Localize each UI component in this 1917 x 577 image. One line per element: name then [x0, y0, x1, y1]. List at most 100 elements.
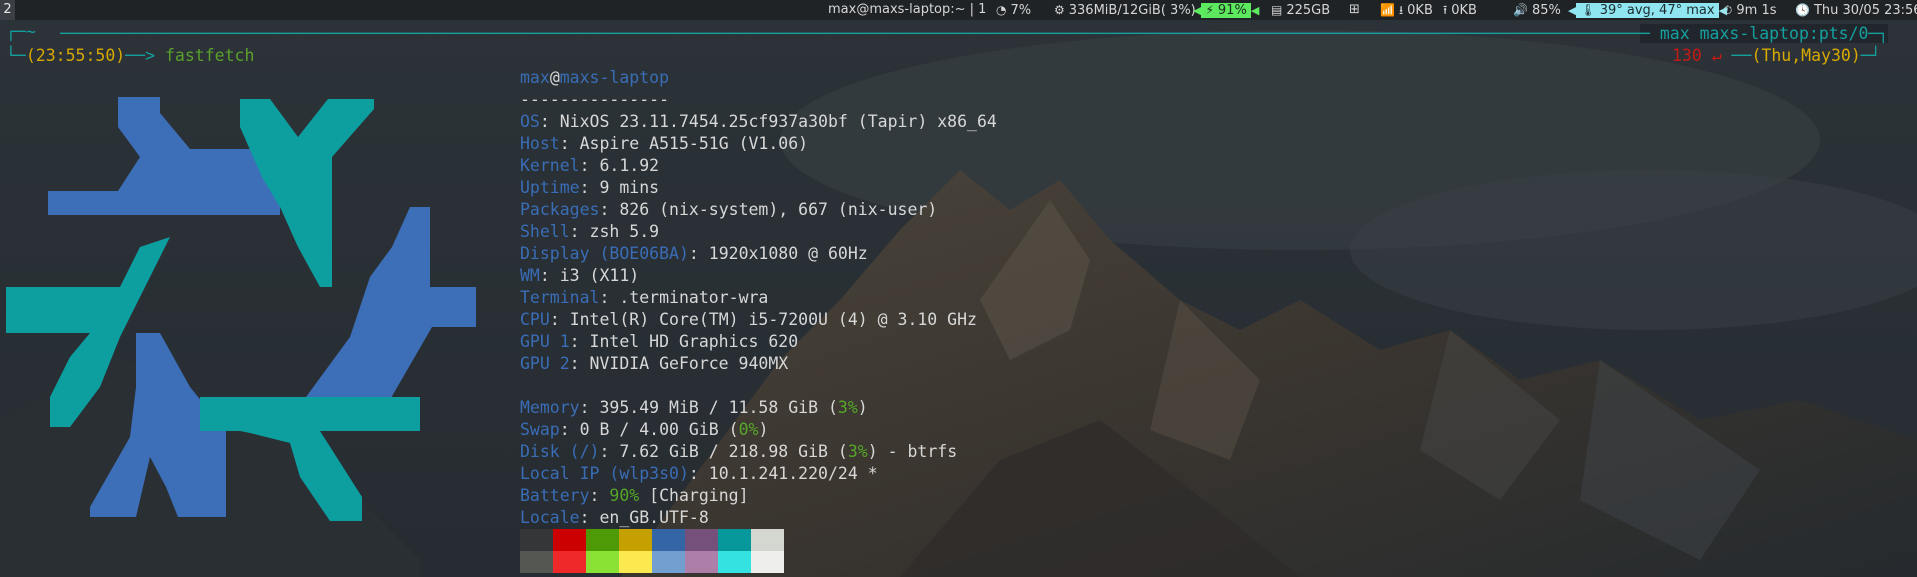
prompt-top-left: ┌─~	[6, 22, 36, 41]
volume-module[interactable]: 🔊 85%	[1513, 0, 1561, 20]
palette-swatch	[586, 529, 619, 551]
fetch-key: Host	[520, 134, 560, 153]
fetch-key: Display (BOE06BA)	[520, 244, 689, 263]
clock-module[interactable]: 🕓 Thu 30/05 23:56	[1795, 0, 1917, 20]
fetch-separator: ---------------	[520, 90, 670, 109]
palette-swatch	[718, 551, 751, 573]
fetch-line: GPU 2: NVIDIA GeForce 940MX	[520, 354, 789, 373]
disk-module: ▤ 225GB	[1271, 0, 1330, 20]
prompt-time: (23:55:50)	[25, 46, 126, 65]
prompt-date: (Thu,May30)	[1751, 46, 1861, 65]
exit-code: 130 ↵	[1672, 46, 1722, 65]
palette-swatch	[751, 551, 784, 573]
window-title: max@maxs-laptop:~ | 1	[828, 2, 987, 17]
prompt-rule: ────────────────────────────────────────…	[60, 24, 1640, 43]
uptime-module: ⏱ 9m 1s	[1723, 0, 1777, 20]
fetch-key: CPU	[520, 310, 550, 329]
fetch-line: Terminal: .terminator-wra	[520, 288, 769, 307]
fetch-line: Shell: zsh 5.9	[520, 222, 660, 241]
clock-value: Thu 30/05 23:56	[1813, 3, 1917, 18]
palette-swatch	[520, 529, 553, 551]
disk-value: 225GB	[1286, 3, 1331, 18]
palette-swatch	[652, 529, 685, 551]
fetch-value: 9 mins	[599, 178, 660, 197]
fetch-title: max@maxs-laptop	[520, 68, 670, 87]
fetch-local-ip: Local IP (wlp3s0): 10.1.241.220/24 *	[520, 464, 878, 483]
fetch-key: GPU 1	[520, 332, 570, 351]
stopwatch-icon: ⏱	[1723, 3, 1733, 17]
battery-module: ◀ ⚡ 91% ◀	[1193, 0, 1259, 20]
fetch-locale: Locale: en_GB.UTF-8	[520, 508, 709, 527]
fetch-value: NixOS 23.11.7454.25cf937a30bf (Tapir) x8…	[559, 112, 997, 131]
palette-swatch	[553, 529, 586, 551]
fetch-value: 1920x1080 @ 60Hz	[708, 244, 868, 263]
color-palette	[520, 529, 784, 573]
workspace-indicator[interactable]: 2	[0, 0, 15, 20]
fetch-key: WM	[520, 266, 540, 285]
cpu-gauge-icon: ◔	[996, 3, 1007, 17]
fetch-line: WM: i3 (X11)	[520, 266, 640, 285]
fetch-value: zsh 5.9	[589, 222, 660, 241]
prompt-command: fastfetch	[164, 46, 255, 65]
memory-module: ⚙ 336MiB/12GiB( 3%)	[1054, 0, 1196, 20]
upload-icon: ⭱	[1443, 3, 1448, 17]
terminal-window[interactable]: ┌─~ ────────────────────────────────────…	[0, 22, 1917, 577]
palette-swatch	[685, 551, 718, 573]
prompt-right-status: 130 ↵ ──(Thu,May30)─┘	[1672, 46, 1881, 65]
fetch-disk: Disk (/): 7.62 GiB / 218.98 GiB (3%) - b…	[520, 442, 958, 461]
battery-value: 91%	[1217, 3, 1247, 18]
logo-lambda-arm	[200, 397, 420, 521]
nixos-logo-icon	[6, 97, 476, 521]
prompt-line: └─(23:55:50)──> fastfetch	[6, 46, 255, 65]
download-icon: ⭳	[1398, 3, 1404, 17]
disk-icon: ▤	[1271, 3, 1283, 17]
fetch-key: OS	[520, 112, 540, 131]
network-module: 📶 ⭳ 0KB ⭱ 0KB	[1380, 0, 1477, 20]
fetch-value: 826 (nix-system), 667 (nix-user)	[619, 200, 938, 219]
fetch-value: 6.1.92	[599, 156, 660, 175]
palette-swatch	[586, 551, 619, 573]
palette-swatch	[751, 529, 784, 551]
fetch-line: Kernel: 6.1.92	[520, 156, 660, 175]
fetch-key: Shell	[520, 222, 570, 241]
fetch-line: Display (BOE06BA): 1920x1080 @ 60Hz	[520, 244, 868, 263]
thermometer-icon: 🌡	[1580, 3, 1596, 17]
net-down-value: 0KB	[1407, 3, 1433, 18]
fetch-key: Terminal	[520, 288, 600, 307]
fetch-key: Uptime	[520, 178, 580, 197]
volume-value: 85%	[1531, 3, 1561, 18]
fetch-value: Intel(R) Core(TM) i5-7200U (4) @ 3.10 GH…	[569, 310, 977, 329]
fetch-value: Aspire A515-51G (V1.06)	[579, 134, 809, 153]
palette-swatch	[520, 551, 553, 573]
cpu-module: ◔ 7%	[996, 0, 1031, 20]
fetch-line: GPU 1: Intel HD Graphics 620	[520, 332, 799, 351]
memory-chip-icon: ⚙	[1054, 3, 1065, 17]
memory-value: 336MiB/12GiB( 3%)	[1068, 3, 1196, 18]
cpu-value: 7%	[1010, 3, 1032, 18]
layout-icon[interactable]: ⊞	[1349, 0, 1360, 20]
palette-swatch	[619, 529, 652, 551]
prompt-cwd: ~	[25, 22, 36, 41]
prompt-user-host: ─ max maxs-laptop:pts/0─┐	[1640, 24, 1889, 43]
fetch-battery: Battery: 90% [Charging]	[520, 486, 749, 505]
palette-swatch	[685, 529, 718, 551]
wifi-icon: 📶	[1380, 3, 1395, 17]
speaker-icon: 🔊	[1513, 3, 1528, 17]
battery-plug-icon: ⚡	[1205, 3, 1214, 17]
fetch-line: Host: Aspire A515-51G (V1.06)	[520, 134, 809, 153]
fetch-value: NVIDIA GeForce 940MX	[589, 354, 789, 373]
fetch-key: Packages	[520, 200, 600, 219]
temperature-module: ◀ 🌡 39° avg, 47° max ◀	[1568, 0, 1727, 20]
fetch-value: Intel HD Graphics 620	[589, 332, 799, 351]
fetch-swap: Swap: 0 B / 4.00 GiB (0%)	[520, 420, 769, 439]
fetch-line: CPU: Intel(R) Core(TM) i5-7200U (4) @ 3.…	[520, 310, 977, 329]
fetch-value: .terminator-wra	[619, 288, 769, 307]
net-up-value: 0KB	[1451, 3, 1477, 18]
palette-swatch	[718, 529, 751, 551]
fetch-line: Packages: 826 (nix-system), 667 (nix-use…	[520, 200, 938, 219]
palette-swatch	[553, 551, 586, 573]
temperature-value: 39° avg, 47° max	[1599, 3, 1715, 18]
arrow-left-icon: ◀	[1250, 4, 1260, 17]
fetch-line: OS: NixOS 23.11.7454.25cf937a30bf (Tapir…	[520, 112, 997, 131]
fetch-value: i3 (X11)	[559, 266, 640, 285]
